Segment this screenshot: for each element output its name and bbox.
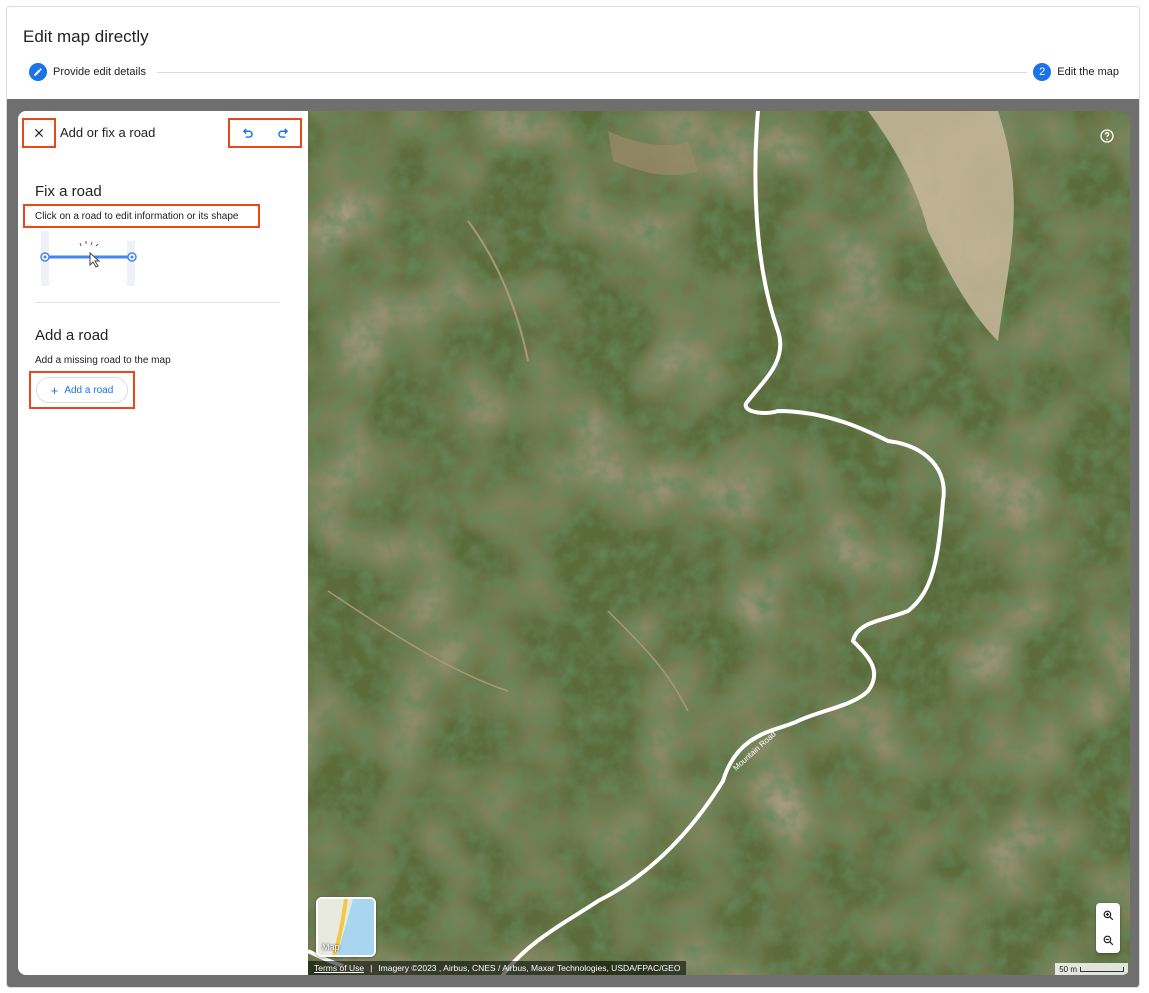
satellite-map[interactable]: Mountain Road Map Terms of Use | Imagery… (308, 111, 1130, 975)
redo-icon (277, 128, 288, 138)
step-provide-details[interactable]: Provide edit details (29, 63, 146, 81)
scale-bar[interactable]: 50 m (1055, 963, 1128, 975)
attribution-separator: | (370, 963, 373, 973)
panel-header: Add or fix a road (18, 111, 308, 157)
fix-road-title: Fix a road (35, 183, 102, 200)
zoom-in-icon (1103, 910, 1113, 921)
zoom-out-button[interactable] (1096, 928, 1120, 953)
map-type-toggle[interactable]: Map (316, 897, 376, 957)
fix-road-illustration (40, 231, 137, 286)
add-road-title: Add a road (35, 327, 109, 344)
close-icon (34, 128, 44, 138)
map-type-label: Map (322, 942, 340, 952)
pencil-icon (29, 63, 47, 81)
step-connector (157, 72, 1027, 73)
add-road-highlight: + Add a road (29, 371, 135, 409)
undo-icon (242, 128, 253, 138)
zoom-in-button[interactable] (1096, 903, 1120, 928)
panel-title: Add or fix a road (60, 125, 156, 140)
satellite-imagery: Mountain Road (308, 111, 1130, 975)
fix-road-description: Click on a road to edit information or i… (23, 204, 260, 228)
add-road-button[interactable]: + Add a road (36, 377, 128, 403)
undo-button[interactable] (236, 121, 260, 145)
edit-map-dialog: Edit map directly Provide edit details 2… (6, 6, 1140, 988)
imagery-credit: Imagery ©2023 , Airbus, CNES / Airbus, M… (378, 963, 681, 973)
redo-button[interactable] (271, 121, 295, 145)
scale-line (1080, 966, 1124, 972)
editor-frame: Add or fix a road Fix a road Click on a … (7, 99, 1139, 987)
road-edit-panel: Add or fix a road Fix a road Click on a … (18, 111, 308, 975)
add-road-button-label: Add a road (64, 384, 114, 396)
help-button[interactable] (1094, 123, 1120, 149)
stepper: Provide edit details 2 Edit the map (29, 63, 1119, 83)
step-edit-map[interactable]: 2 Edit the map (1033, 63, 1119, 81)
zoom-out-icon (1103, 935, 1113, 946)
zoom-controls (1096, 903, 1120, 953)
dialog-title: Edit map directly (23, 27, 149, 46)
close-button[interactable] (22, 118, 56, 148)
terms-of-use-link[interactable]: Terms of Use (314, 963, 364, 973)
undo-redo-group (228, 118, 302, 148)
step-provide-details-label: Provide edit details (53, 66, 146, 78)
plus-icon: + (50, 382, 59, 398)
help-icon (1100, 129, 1114, 143)
scale-label: 50 m (1059, 964, 1077, 974)
step-edit-map-label: Edit the map (1057, 66, 1119, 78)
add-road-description: Add a missing road to the map (35, 355, 171, 366)
panel-divider (35, 302, 280, 303)
map-attribution: Terms of Use | Imagery ©2023 , Airbus, C… (308, 961, 687, 975)
step-number-badge: 2 (1033, 63, 1052, 81)
